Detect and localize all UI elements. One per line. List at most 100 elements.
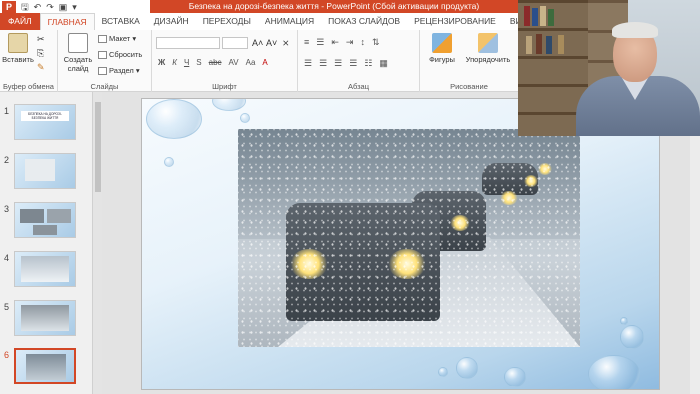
align-left-icon[interactable]: ☰ — [304, 58, 312, 69]
font-color-button[interactable]: A — [262, 58, 267, 67]
water-drop-decoration — [588, 355, 640, 389]
copy-icon[interactable]: ⎘ — [37, 48, 44, 59]
reset-icon — [98, 50, 107, 59]
thumbnail-image — [14, 251, 76, 287]
shrink-font-icon[interactable]: A˅ — [266, 38, 277, 48]
slide-thumbnail-5[interactable]: 5 — [0, 300, 94, 344]
undo-icon[interactable]: ↶ — [34, 1, 42, 13]
shadow-button[interactable]: S — [196, 58, 201, 67]
tab-slide-show[interactable]: ПОКАЗ СЛАЙДОВ — [321, 13, 407, 30]
italic-button[interactable]: К — [172, 58, 177, 67]
save-icon[interactable]: 🖫 — [21, 1, 29, 13]
arrange-button[interactable]: Упорядочить — [462, 33, 514, 64]
line-spacing-icon[interactable]: ↕ — [360, 37, 365, 48]
layout-button[interactable]: Макет ▾ — [98, 34, 136, 43]
font-format-row: Ж К Ч S abc AV Aa A — [158, 58, 268, 67]
thumbnail-image — [14, 153, 76, 189]
slide-number: 3 — [4, 204, 10, 214]
slide-thumbnail-2[interactable]: 2 — [0, 153, 94, 197]
slides-group: Создать слайд Макет ▾ Сбросить Раздел ▾ … — [58, 30, 152, 92]
text-direction-icon[interactable]: ⇅ — [372, 37, 380, 48]
bullets-icon[interactable]: ≡ — [304, 37, 309, 48]
slide-scrollbar[interactable] — [690, 136, 700, 394]
grow-font-icon[interactable]: A˄ — [252, 38, 263, 48]
paragraph-group-label: Абзац — [347, 82, 370, 91]
book — [558, 35, 564, 54]
font-size-field[interactable] — [222, 37, 248, 49]
tab-review[interactable]: РЕЦЕНЗИРОВАНИЕ — [407, 13, 503, 30]
section-button[interactable]: Раздел ▾ — [98, 66, 140, 75]
thumbnails-scrollbar[interactable] — [92, 92, 102, 394]
tab-transitions[interactable]: ПЕРЕХОДЫ — [196, 13, 258, 30]
shapes-button[interactable]: Фигуры — [422, 33, 462, 64]
shapes-icon — [432, 33, 452, 53]
format-painter-icon[interactable]: ✎ — [37, 62, 45, 73]
tab-design[interactable]: ДИЗАЙН — [147, 13, 196, 30]
arrange-label: Упорядочить — [465, 55, 511, 64]
book — [526, 36, 532, 54]
powerpoint-window: P 🖫 ↶ ↷ ▣ ▾ Безпека на дорозі-безпека жи… — [0, 0, 700, 394]
customize-icon[interactable]: ▾ — [72, 1, 77, 13]
clipboard-group-label: Буфер обмена — [3, 82, 54, 91]
clipboard-group: Вставить ✂ ⎘ ✎ Буфер обмена — [0, 30, 58, 92]
slide-thumbnail-6[interactable]: 6 — [0, 348, 94, 392]
smartart-icon[interactable]: ▦ — [379, 58, 388, 69]
columns-icon[interactable]: ☷ — [364, 58, 372, 69]
tab-insert[interactable]: ВСТАВКА — [95, 13, 147, 30]
underline-button[interactable]: Ч — [184, 58, 189, 67]
start-from-beginning-icon[interactable]: ▣ — [59, 1, 68, 13]
webcam-overlay — [518, 0, 700, 136]
section-icon — [98, 66, 107, 75]
font-group-label: Шрифт — [212, 82, 237, 91]
water-drop-decoration — [438, 367, 448, 377]
clear-formatting-icon[interactable]: ⨯ — [282, 38, 290, 49]
strikethrough-button[interactable]: abc — [209, 58, 222, 67]
slides-group-label: Слайды — [90, 82, 119, 91]
change-case-button[interactable]: Aa — [246, 58, 256, 67]
new-slide-icon — [68, 33, 88, 53]
align-center-icon[interactable]: ☰ — [319, 58, 327, 69]
numbering-icon[interactable]: ☰ — [316, 37, 324, 48]
font-name-field[interactable] — [156, 37, 220, 49]
decrease-indent-icon[interactable]: ⇤ — [331, 37, 339, 48]
new-slide-button[interactable]: Создать слайд — [61, 33, 95, 73]
slide-number: 1 — [4, 106, 10, 116]
new-slide-label: Создать слайд — [63, 55, 93, 73]
redo-icon[interactable]: ↷ — [46, 1, 54, 13]
increase-indent-icon[interactable]: ⇥ — [346, 37, 354, 48]
water-drop-decoration — [620, 317, 628, 325]
character-spacing-button[interactable]: AV — [229, 58, 239, 67]
cut-icon[interactable]: ✂ — [37, 34, 45, 45]
bold-button[interactable]: Ж — [158, 58, 165, 67]
thumbnail-photo — [20, 209, 44, 223]
thumbnail-image: БЕЗПЕКА НА ДОРОЗІ- БЕЗПЕКА ЖИТТЯ — [14, 104, 76, 140]
slide-thumbnail-3[interactable]: 3 — [0, 202, 94, 246]
justify-icon[interactable]: ☰ — [349, 58, 357, 69]
book — [546, 36, 552, 54]
scrollbar-thumb[interactable] — [95, 102, 101, 192]
water-drop-decoration — [456, 357, 478, 379]
window-title: Безпека на дорозі-безпека життя - PowerP… — [150, 0, 518, 13]
tab-home[interactable]: ГЛАВНАЯ — [39, 13, 95, 30]
paste-button[interactable]: Вставить — [2, 33, 34, 64]
water-drop-decoration — [504, 367, 526, 387]
snowstorm-road-photo[interactable] — [238, 129, 580, 347]
align-right-icon[interactable]: ☰ — [334, 58, 342, 69]
book — [548, 9, 554, 26]
water-drop-decoration — [240, 113, 250, 123]
slide-thumbnails-pane: 1 БЕЗПЕКА НА ДОРОЗІ- БЕЗПЕКА ЖИТТЯ 2 3 4 — [0, 92, 94, 394]
drawing-group-label: Рисование — [450, 82, 488, 91]
book — [540, 6, 546, 26]
water-drop-decoration — [620, 325, 644, 349]
photo-snow — [238, 129, 580, 347]
tab-animations[interactable]: АНИМАЦИЯ — [258, 13, 321, 30]
tab-file[interactable]: ФАЙЛ — [0, 13, 40, 30]
current-slide[interactable] — [141, 98, 660, 390]
thumbnail-photo — [25, 159, 55, 181]
slide-thumbnail-4[interactable]: 4 — [0, 251, 94, 295]
layout-icon — [98, 34, 107, 43]
slide-number: 2 — [4, 155, 10, 165]
thumbnail-photo — [47, 209, 71, 223]
slide-thumbnail-1[interactable]: 1 БЕЗПЕКА НА ДОРОЗІ- БЕЗПЕКА ЖИТТЯ — [0, 104, 94, 148]
reset-button[interactable]: Сбросить — [98, 50, 142, 59]
